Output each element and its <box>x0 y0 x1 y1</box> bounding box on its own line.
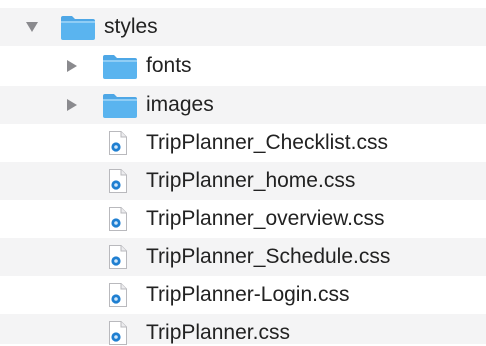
tree-row-styles[interactable]: styles <box>0 8 486 46</box>
tree-row-file[interactable]: TripPlanner_Schedule.css <box>0 238 486 276</box>
tree-row-file[interactable]: TripPlanner-Login.css <box>0 276 486 314</box>
file-tree: styles fonts images TripPlanner_Checklis… <box>0 0 486 345</box>
css-file-icon <box>109 283 127 307</box>
file-label: TripPlanner_Checklist.css <box>146 131 388 154</box>
css-file-icon <box>109 321 127 345</box>
folder-label-fonts: fonts <box>146 54 192 77</box>
file-label: TripPlanner-Login.css <box>146 283 350 306</box>
disclosure-expanded-icon[interactable] <box>24 19 40 35</box>
folder-label-styles: styles <box>104 15 158 38</box>
tree-row-file[interactable]: TripPlanner_overview.css <box>0 200 486 238</box>
file-label: TripPlanner.css <box>146 321 290 344</box>
tree-row-file[interactable]: TripPlanner.css <box>0 314 486 345</box>
folder-label-images: images <box>146 93 214 116</box>
file-label: TripPlanner_overview.css <box>146 207 385 230</box>
file-label: TripPlanner_home.css <box>146 169 356 192</box>
tree-row-images[interactable]: images <box>0 86 486 124</box>
tree-row-file[interactable]: TripPlanner_Checklist.css <box>0 124 486 162</box>
tree-row-file[interactable]: TripPlanner_home.css <box>0 162 486 200</box>
css-file-icon <box>109 131 127 155</box>
tree-row-fonts[interactable]: fonts <box>0 47 486 85</box>
file-label: TripPlanner_Schedule.css <box>146 245 391 268</box>
disclosure-collapsed-icon[interactable] <box>64 97 80 113</box>
folder-icon <box>103 55 137 79</box>
folder-icon <box>61 16 95 40</box>
folder-icon <box>103 94 137 118</box>
css-file-icon <box>109 207 127 231</box>
css-file-icon <box>109 245 127 269</box>
disclosure-collapsed-icon[interactable] <box>64 58 80 74</box>
css-file-icon <box>109 169 127 193</box>
